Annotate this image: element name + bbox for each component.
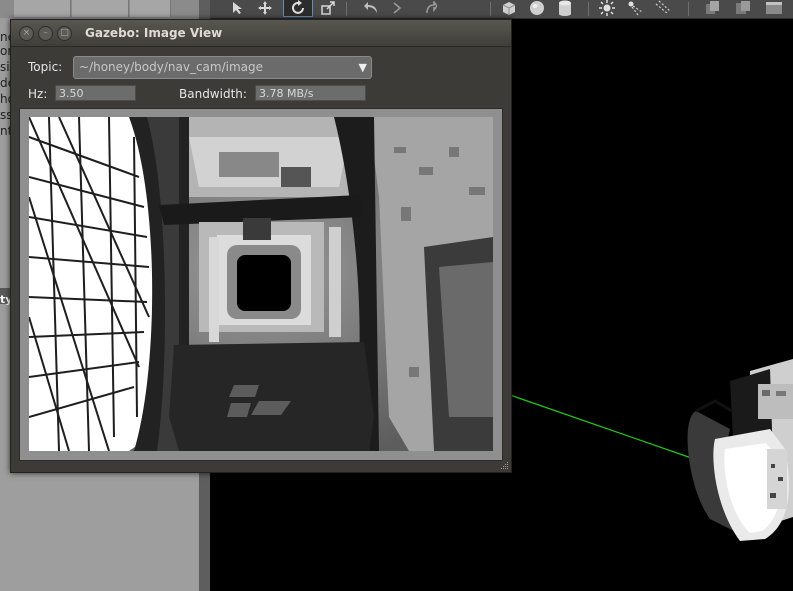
maximize-icon[interactable]: □ [57,26,72,41]
toolbar-separator [346,2,347,16]
rotate-icon[interactable] [283,0,313,17]
box-icon[interactable] [498,0,520,16]
sun-icon[interactable] [596,0,618,16]
image-view-dialog[interactable]: × – □ Gazebo: Image View Topic: ~/honey/… [10,19,512,473]
hz-label: Hz: [28,87,48,101]
scale-icon[interactable] [318,0,338,16]
topic-label: Topic: [28,60,63,74]
close-icon[interactable]: × [19,26,34,41]
spot-light-icon[interactable] [624,0,646,16]
redo-icon[interactable] [390,0,404,16]
minimize-icon[interactable]: – [38,26,53,41]
topic-value: ~/honey/body/nav_cam/image [79,60,264,74]
station-module [687,359,793,541]
copy-icon[interactable] [702,0,724,16]
toolbar-separator [588,2,589,16]
translate-icon[interactable] [254,0,276,16]
paste-icon[interactable] [732,0,754,16]
bandwidth-field: 3.78 MB/s [255,85,366,101]
image-frame [19,108,503,461]
scene-axis-line [509,394,701,462]
dir-light-icon[interactable] [652,0,674,16]
left-panel-tab-strip [0,0,199,18]
topic-dropdown[interactable]: ~/honey/body/nav_cam/image ▼ [73,56,372,79]
select-arrow-icon[interactable] [228,0,248,16]
scene-toolbar [210,0,793,19]
toolbar-separator [490,2,491,16]
undo-icon[interactable] [360,0,382,16]
resize-grip-icon[interactable] [500,461,509,470]
dialog-title: Gazebo: Image View [85,26,223,40]
hz-field: 3.50 [55,85,136,101]
redo-icon[interactable] [424,0,438,16]
dialog-title-bar[interactable]: × – □ Gazebo: Image View [11,20,511,47]
chevron-down-icon[interactable]: ▼ [359,57,367,78]
left-panel-tab[interactable] [130,0,171,17]
left-panel-tab[interactable] [72,0,129,17]
camera-image [29,117,493,451]
bandwidth-label: Bandwidth: [179,87,247,101]
sphere-icon[interactable] [526,0,548,16]
cylinder-icon[interactable] [554,0,576,16]
left-panel-tab[interactable] [14,0,71,17]
window-icon[interactable] [762,0,786,16]
toolbar-separator [688,2,689,16]
